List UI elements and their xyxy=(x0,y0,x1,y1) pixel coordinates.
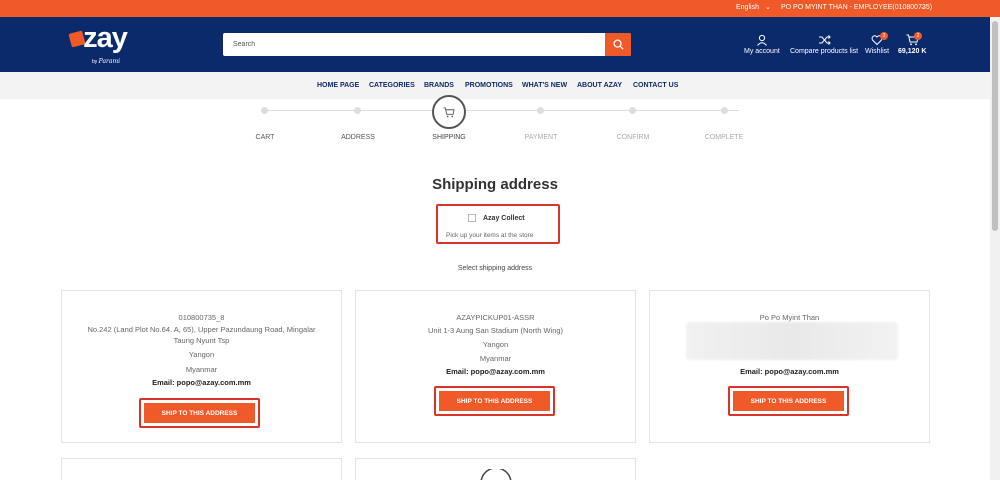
main-nav: HOME PAGE CATEGORIES BRANDS PROMOTIONS W… xyxy=(0,72,1000,99)
user-account-label[interactable]: PO PO MYINT THAN - EMPLOYEE(010800735) xyxy=(781,4,932,11)
chevron-down-icon[interactable]: ⌄ xyxy=(920,3,926,11)
address-line: AZAYPICKUP01-ASSR xyxy=(456,313,535,322)
nav-contact-us[interactable]: CONTACT US xyxy=(633,82,678,89)
address-line: Yangon xyxy=(482,340,509,349)
address-line: No.242 (Land Plot No.64. A, 65), Upper P… xyxy=(87,325,316,334)
search-button[interactable] xyxy=(605,33,631,56)
logo-byline: by Parami xyxy=(92,58,121,65)
ship-button-highlight: SHIP TO THIS ADDRESS xyxy=(728,386,849,416)
ship-to-this-address-button[interactable]: SHIP TO THIS ADDRESS xyxy=(733,391,844,411)
ship-to-this-address-button[interactable]: SHIP TO THIS ADDRESS xyxy=(439,391,550,411)
store-icon xyxy=(480,469,512,480)
address-email: Email: popo@azay.com.mm xyxy=(740,367,839,376)
step-label-shipping: SHIPPING xyxy=(432,134,466,141)
page-title: Shipping address xyxy=(432,176,558,193)
step-dot-address xyxy=(354,107,361,114)
address-email: Email: popo@azay.com.mm xyxy=(152,378,251,387)
page-scrollbar[interactable] xyxy=(990,17,1000,480)
address-line: Yangon xyxy=(188,350,215,359)
ship-button-highlight: SHIP TO THIS ADDRESS xyxy=(139,398,260,428)
address-line: Unit 1-3 Aung San Stadium (North Wing) xyxy=(427,326,564,335)
step-label-payment: PAYMENT xyxy=(524,134,558,141)
search-icon xyxy=(612,39,624,50)
redacted-address-block xyxy=(686,322,898,360)
wishlist-link[interactable]: 3 Wishlist xyxy=(865,32,889,55)
address-card: AZAYPICKUP01-ASSR Unit 1-3 Aung San Stad… xyxy=(355,290,636,443)
cart-total: 69,120 K xyxy=(898,48,927,55)
azay-collect-label: Azay Collect xyxy=(483,215,525,222)
search-bar xyxy=(223,33,631,56)
step-dot-complete xyxy=(721,107,728,114)
nav-brands[interactable]: BRANDS xyxy=(424,82,454,89)
step-label-confirm: CONFIRM xyxy=(616,134,650,141)
shuffle-icon xyxy=(818,35,831,45)
azay-logo[interactable]: azay by Parami xyxy=(68,22,138,65)
address-email: Email: popo@azay.com.mm xyxy=(446,367,545,376)
chevron-down-icon[interactable]: ⌄ xyxy=(765,3,771,11)
nav-home-page[interactable]: HOME PAGE xyxy=(317,82,359,89)
step-label-address[interactable]: ADDRESS xyxy=(341,134,375,141)
search-input[interactable] xyxy=(223,33,605,56)
address-card: Po Po Myint Than Email: popo@azay.com.mm… xyxy=(649,290,930,443)
ship-to-this-address-button[interactable]: SHIP TO THIS ADDRESS xyxy=(144,403,255,423)
address-line: Myanmar xyxy=(185,365,218,374)
scrollbar-thumb[interactable] xyxy=(992,21,998,231)
address-line: 010800735_8 xyxy=(178,313,225,322)
nav-categories[interactable]: CATEGORIES xyxy=(369,82,415,89)
language-selector[interactable]: English xyxy=(736,4,759,11)
nav-promotions[interactable]: PROMOTIONS xyxy=(465,82,513,89)
address-card xyxy=(355,458,636,480)
azay-collect-description: Pick up your items at the store xyxy=(446,232,534,239)
cart-count-badge: 2 xyxy=(914,32,922,40)
address-card: 010800735_8 No.242 (Land Plot No.64. A, … xyxy=(61,290,342,443)
my-account-link[interactable]: My account xyxy=(744,34,780,55)
azay-collect-checkbox[interactable] xyxy=(468,214,476,222)
checkout-progress-line xyxy=(264,110,739,111)
azay-collect-option[interactable]: Azay Collect Pick up your items at the s… xyxy=(436,204,560,244)
compare-products-link[interactable]: Compare products list xyxy=(790,34,858,55)
step-label-complete: COMPLETE xyxy=(704,134,744,141)
user-icon xyxy=(757,34,767,46)
address-card xyxy=(61,458,342,480)
step-dot-cart xyxy=(261,107,268,114)
logo-wordmark: azay xyxy=(83,22,128,54)
address-line: Myanmar xyxy=(479,354,512,363)
address-line: Taung Nyunt Tsp xyxy=(173,336,230,345)
step-dot-confirm xyxy=(629,107,636,114)
nav-about-azay[interactable]: ABOUT AZAY xyxy=(577,82,622,89)
site-header: azay by Parami My account Compare produc… xyxy=(0,17,1000,72)
nav-whats-new[interactable]: WHAT'S NEW xyxy=(522,82,567,89)
step-current-shipping xyxy=(432,95,466,129)
step-dot-payment xyxy=(537,107,544,114)
ship-button-highlight: SHIP TO THIS ADDRESS xyxy=(434,386,555,416)
cart-link[interactable]: 2 69,120 K xyxy=(898,32,927,55)
cart-icon xyxy=(443,106,455,117)
select-shipping-address-label: Select shipping address xyxy=(457,265,533,272)
step-label-cart[interactable]: CART xyxy=(256,134,275,141)
wishlist-count-badge: 3 xyxy=(880,32,888,40)
top-bar: English ⌄ PO PO MYINT THAN - EMPLOYEE(01… xyxy=(0,0,1000,17)
